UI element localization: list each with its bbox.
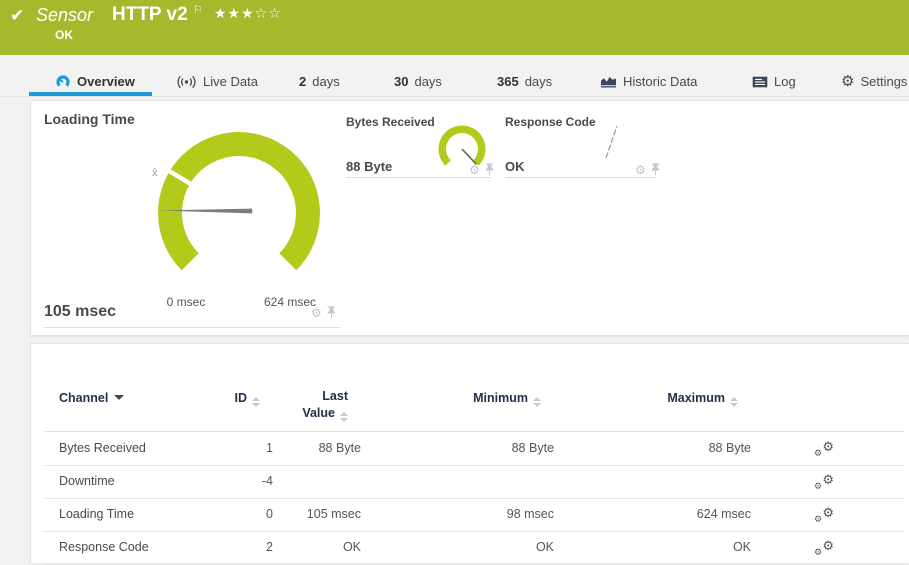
gauge-icon <box>55 74 71 89</box>
tab-settings-label: Settings <box>860 67 907 96</box>
tab-2-days[interactable]: 2 days <box>299 67 340 96</box>
bytes-received-value: 88 Byte <box>346 159 392 174</box>
tab-365-days-number: 365 <box>497 67 519 96</box>
channel-id: -4 <box>171 465 273 498</box>
panel-divider <box>346 177 491 178</box>
channel-settings-gears-icon[interactable]: ⚙⚙ <box>814 539 834 557</box>
column-header-channel-label: Channel <box>59 391 108 405</box>
table-row[interactable]: Response Code 2 OK OK OK ⚙⚙ <box>44 531 904 565</box>
active-tab-underline <box>29 92 152 96</box>
gear-icon[interactable]: ⚙ <box>311 307 322 319</box>
sensor-header: ✔ Sensor HTTP v2 ⚐ ★★★☆☆ OK <box>0 0 909 55</box>
log-icon <box>752 76 768 88</box>
sort-icon <box>252 397 260 407</box>
pin-icon[interactable] <box>327 306 336 319</box>
channel-table-card: Channel ID Last Value Minimum Maximum By… <box>30 343 909 563</box>
channel-maximum: 88 Byte <box>608 432 751 465</box>
tab-historic-data[interactable]: Historic Data <box>600 67 697 96</box>
channel-name[interactable]: Loading Time <box>59 498 134 531</box>
column-header-last-value[interactable]: Last Value <box>288 388 348 422</box>
tab-settings[interactable]: ⚙ Settings <box>841 67 907 96</box>
tab-2-days-label: days <box>312 67 339 96</box>
response-code-panel-controls: ⚙ <box>635 163 660 176</box>
response-code-panel-title: Response Code <box>505 115 596 129</box>
live-data-icon <box>176 75 197 89</box>
settings-gear-icon: ⚙ <box>841 67 854 96</box>
channel-settings-gears-icon[interactable]: ⚙⚙ <box>814 473 834 491</box>
gauge-mean-marker: x̄ <box>152 167 158 179</box>
channel-last-value: 88 Byte <box>277 432 361 465</box>
gauge-scale-min: 0 msec <box>160 295 212 309</box>
column-header-channel[interactable]: Channel <box>59 391 124 405</box>
column-header-minimum[interactable]: Minimum <box>398 391 541 407</box>
tab-30-days-label: days <box>414 67 441 96</box>
tab-log-label: Log <box>774 67 796 96</box>
column-header-maximum[interactable]: Maximum <box>595 391 738 407</box>
channel-last-value: 105 msec <box>277 498 361 531</box>
tabbar-divider <box>0 96 909 97</box>
tab-365-days-label: days <box>525 67 552 96</box>
sort-desc-icon <box>114 395 124 400</box>
historic-chart-icon <box>600 75 617 88</box>
column-header-id[interactable]: ID <box>158 391 260 407</box>
loading-time-gauge <box>148 128 330 290</box>
priority-stars[interactable]: ★★★☆☆ <box>214 5 282 22</box>
channel-maximum: 624 msec <box>608 498 751 531</box>
table-row[interactable]: Downtime -4 ⚙⚙ <box>44 465 904 499</box>
loading-time-panel-title: Loading Time <box>44 111 135 127</box>
channel-last-value: OK <box>277 531 361 564</box>
response-code-gauge <box>598 120 622 162</box>
loading-time-value: 105 msec <box>44 303 116 321</box>
pin-icon[interactable] <box>651 163 660 176</box>
table-row[interactable]: Bytes Received 1 88 Byte 88 Byte 88 Byte… <box>44 432 904 466</box>
panel-divider <box>505 177 656 178</box>
tab-30-days[interactable]: 30 days <box>394 67 442 96</box>
panel-divider <box>44 327 340 328</box>
status-check-icon: ✔ <box>10 6 24 26</box>
channel-id: 0 <box>171 498 273 531</box>
stars-filled[interactable]: ★★★ <box>214 5 255 21</box>
channel-id: 2 <box>171 531 273 564</box>
bytes-received-panel-title: Bytes Received <box>346 115 435 129</box>
gauge-needle <box>606 126 617 158</box>
tab-live-data-label: Live Data <box>203 67 258 96</box>
response-code-value: OK <box>505 159 525 174</box>
column-header-id-label: ID <box>235 391 248 405</box>
flag-icon[interactable]: ⚐ <box>193 3 203 16</box>
bytes-received-panel-controls: ⚙ <box>469 163 494 176</box>
column-header-minimum-label: Minimum <box>473 391 528 405</box>
tab-log[interactable]: Log <box>752 67 796 96</box>
channel-minimum: 98 msec <box>411 498 554 531</box>
gear-icon[interactable]: ⚙ <box>469 164 480 176</box>
sort-icon <box>533 397 541 407</box>
tab-2-days-number: 2 <box>299 67 306 96</box>
tab-live-data[interactable]: Live Data <box>176 67 258 96</box>
channel-minimum: OK <box>411 531 554 564</box>
channel-minimum: 88 Byte <box>411 432 554 465</box>
channel-settings-gears-icon[interactable]: ⚙⚙ <box>814 440 834 458</box>
tab-365-days[interactable]: 365 days <box>497 67 552 96</box>
sort-icon <box>730 397 738 407</box>
stars-empty[interactable]: ☆☆ <box>255 5 282 21</box>
tab-historic-data-label: Historic Data <box>623 67 697 96</box>
channel-name[interactable]: Bytes Received <box>59 432 146 465</box>
sort-icon <box>340 412 348 422</box>
table-row[interactable]: Loading Time 0 105 msec 98 msec 624 msec… <box>44 498 904 532</box>
sensor-type-label: Sensor <box>36 5 93 26</box>
channel-name[interactable]: Response Code <box>59 531 149 564</box>
channel-settings-gears-icon[interactable]: ⚙⚙ <box>814 506 834 524</box>
channel-name[interactable]: Downtime <box>59 465 115 498</box>
tab-30-days-number: 30 <box>394 67 408 96</box>
column-header-maximum-label: Maximum <box>667 391 725 405</box>
channel-maximum: OK <box>608 531 751 564</box>
sensor-title: HTTP v2 <box>112 4 188 26</box>
pin-icon[interactable] <box>485 163 494 176</box>
status-badge: OK <box>55 28 73 42</box>
loading-time-panel-controls: ⚙ <box>311 306 336 319</box>
gear-icon[interactable]: ⚙ <box>635 164 646 176</box>
channel-id: 1 <box>171 432 273 465</box>
